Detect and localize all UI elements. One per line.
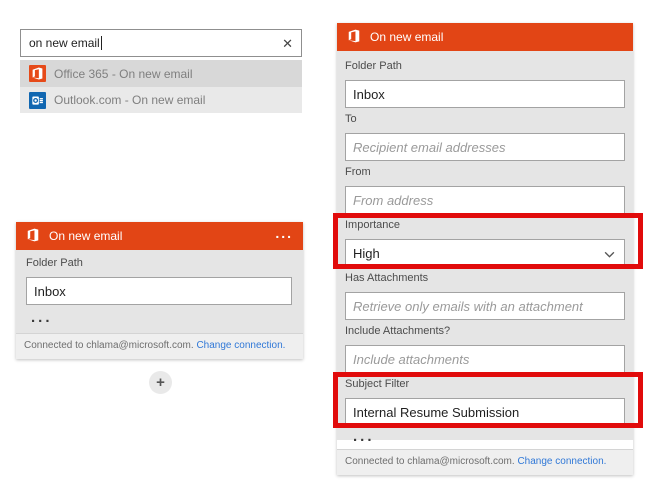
search-results-list: Office 365 - On new email Outlook.com - … (20, 60, 302, 113)
from-input[interactable] (345, 186, 625, 214)
flow-designer-canvas: on new email ✕ Office 365 - On new email… (0, 0, 670, 498)
folder-path-input[interactable] (26, 277, 292, 305)
field-label: Include Attachments? (345, 325, 625, 337)
has-attachments-input[interactable] (345, 292, 625, 320)
connected-text: Connected to chlama@microsoft.com. (345, 456, 515, 467)
office365-icon (347, 29, 361, 46)
field-include-attachments: Include Attachments? (345, 325, 625, 373)
add-step-button[interactable]: + (149, 371, 172, 394)
field-to: To (345, 113, 625, 161)
change-connection-link[interactable]: Change connection. (517, 456, 606, 467)
to-input[interactable] (345, 133, 625, 161)
field-label-folder-path: Folder Path (26, 257, 292, 269)
card-body: Folder Path To From Importance High (337, 51, 633, 440)
office365-icon (29, 65, 46, 82)
field-label: Importance (345, 219, 625, 231)
trigger-card-expanded: On new email Folder Path To From Importa… (337, 23, 633, 475)
text-caret (101, 36, 102, 50)
show-advanced-options-expander[interactable]: ... (31, 315, 292, 321)
importance-select[interactable]: High (345, 239, 625, 267)
field-label: From (345, 166, 625, 178)
card-header[interactable]: On new email (337, 23, 633, 51)
trigger-search-input[interactable]: on new email ✕ (20, 29, 302, 57)
field-folder-path: Folder Path (345, 60, 625, 108)
card-title: On new email (49, 229, 122, 243)
search-result-label: Office 365 - On new email (54, 67, 193, 81)
search-result-outlook[interactable]: Outlook.com - On new email (20, 87, 302, 113)
folder-path-input[interactable] (345, 80, 625, 108)
card-title: On new email (370, 30, 443, 44)
close-icon[interactable]: ✕ (282, 37, 293, 50)
field-importance: Importance High (345, 219, 625, 267)
card-header[interactable]: On new email ... (16, 222, 303, 250)
field-label: Subject Filter (345, 378, 625, 390)
field-from: From (345, 166, 625, 214)
card-body: Folder Path ... (16, 250, 303, 333)
search-result-label: Outlook.com - On new email (54, 93, 205, 107)
field-label: Has Attachments (345, 272, 625, 284)
plus-icon: + (156, 375, 165, 390)
subject-filter-input[interactable] (345, 398, 625, 426)
chevron-down-icon (604, 246, 615, 261)
outlook-icon (29, 92, 46, 109)
connected-text: Connected to chlama@microsoft.com. (24, 340, 194, 351)
connection-footer: Connected to chlama@microsoft.com. Chang… (16, 333, 303, 359)
include-attachments-input[interactable] (345, 345, 625, 373)
connection-footer: Connected to chlama@microsoft.com. Chang… (337, 449, 633, 475)
office365-icon (26, 228, 40, 245)
show-advanced-options-expander[interactable]: ... (353, 434, 625, 440)
trigger-card-collapsed: On new email ... Folder Path ... Connect… (16, 222, 303, 359)
importance-selected-value: High (353, 246, 380, 261)
field-label: To (345, 113, 625, 125)
change-connection-link[interactable]: Change connection. (196, 340, 285, 351)
field-has-attachments: Has Attachments (345, 272, 625, 320)
search-result-office365[interactable]: Office 365 - On new email (20, 60, 302, 87)
field-subject-filter: Subject Filter (345, 378, 625, 426)
search-query-text: on new email (29, 36, 100, 50)
field-label: Folder Path (345, 60, 625, 72)
